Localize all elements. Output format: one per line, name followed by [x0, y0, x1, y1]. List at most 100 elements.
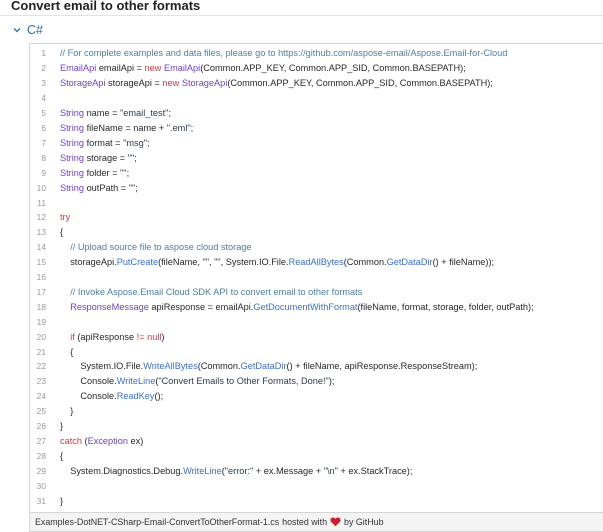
code-line: 26} — [30, 419, 603, 434]
code-token: + ex.StackTrace); — [337, 465, 413, 476]
code-text: System.Diagnostics.Debug.WriteLine("erro… — [60, 466, 412, 476]
code-line: 8 String storage = ""; — [30, 150, 603, 165]
code-token: EmailApi — [60, 63, 97, 74]
footer-filename-link[interactable]: Examples-DotNET-CSharp-Email-ConvertToOt… — [35, 517, 279, 527]
code-token: { — [60, 450, 64, 461]
chevron-down-icon[interactable] — [12, 24, 24, 36]
code-line: 19 — [30, 314, 603, 329]
line-number: 6 — [41, 122, 46, 133]
line-number: 31 — [36, 495, 46, 506]
code-token: String — [60, 137, 85, 148]
code-token: System.IO.File. — [60, 361, 144, 372]
line-number: 1 — [41, 48, 46, 59]
code-line: 5 String name = "email_test"; — [30, 106, 603, 121]
code-token: (Common.APP_KEY, Common.APP_SID, Common.… — [200, 63, 466, 74]
page-title: Convert email to other formats — [11, 0, 201, 13]
code-line: 7 String format = "msg"; — [30, 135, 603, 150]
line-number: 26 — [36, 421, 46, 432]
code-text: Console.ReadKey(); — [60, 391, 163, 401]
code-text: String format = "msg"; — [60, 138, 150, 148]
line-number: 4 — [41, 93, 46, 104]
code-text: catch (Exception ex) — [60, 436, 143, 446]
code-line: 11 — [30, 195, 603, 210]
code-token: storageApi. — [60, 257, 117, 268]
line-number: 8 — [41, 152, 46, 163]
code-token: emailApi = — [96, 63, 145, 74]
code-token: != — [136, 331, 145, 342]
code-token: String — [60, 108, 85, 119]
code-token: "error:" — [224, 465, 254, 476]
line-number: 10 — [36, 182, 46, 193]
code-token: WriteAllBytes — [143, 361, 198, 372]
code-line: 10 String outPath = ""; — [30, 180, 603, 195]
code-token: "email_test" — [120, 108, 169, 119]
gist-footer: Examples-DotNET-CSharp-Email-ConvertToOt… — [29, 512, 603, 532]
code-line: 15 storageApi.PutCreate(fileName, "", ""… — [30, 255, 603, 270]
code-line: 12 try — [30, 210, 603, 225]
code-text: StorageApi storageApi = new StorageApi(C… — [60, 78, 493, 88]
code-token: outPath = — [84, 182, 129, 193]
code-text: { — [60, 451, 63, 461]
code-text: String name = "email_test"; — [60, 108, 171, 118]
code-token: WriteLine — [183, 465, 222, 476]
code-token: Console. — [60, 376, 117, 387]
code-line: 6 String fileName = name + ".eml"; — [30, 121, 603, 136]
code-line: 27 catch (Exception ex) — [30, 434, 603, 449]
line-number: 13 — [36, 227, 46, 238]
code-text: // For complete examples and data files,… — [60, 48, 507, 58]
code-line: 3 StorageApi storageApi = new StorageApi(… — [30, 76, 603, 91]
code-token: ); — [328, 376, 335, 387]
code-token: ; — [134, 152, 137, 163]
code-line: 31} — [30, 493, 603, 508]
line-number: 20 — [36, 331, 46, 342]
code-text: } — [60, 406, 73, 416]
code-token: GetDataDir — [386, 257, 433, 268]
code-token: } — [60, 421, 64, 432]
code-token: () + fileName)); — [432, 257, 495, 268]
code-token: (fileName, format, storage, folder, outP… — [357, 301, 534, 312]
code-line: 28 { — [30, 448, 603, 463]
line-number: 11 — [37, 197, 46, 208]
code-token: ReadAllBytes — [288, 257, 344, 268]
code-line: 18 ResponseMessage apiResponse = emailAp… — [30, 299, 603, 314]
code-text: // Upload source file to aspose cloud st… — [60, 242, 252, 253]
code-token: "\n" — [323, 465, 338, 476]
code-token: ex) — [127, 436, 144, 447]
language-label[interactable]: C# — [27, 23, 43, 37]
line-number: 2 — [41, 63, 46, 74]
line-number: 16 — [36, 272, 46, 283]
footer-github-link[interactable]: by GitHub — [344, 517, 383, 527]
code-text: } — [60, 496, 63, 506]
line-number: 15 — [36, 257, 46, 268]
code-token: } — [60, 406, 74, 417]
code-text: String outPath = ""; — [60, 183, 138, 193]
code-token: , System.IO.File. — [220, 257, 289, 268]
line-number: 7 — [41, 137, 46, 148]
code-token: String — [60, 182, 85, 193]
code-text: { — [60, 227, 63, 237]
code-token: // Upload source file to aspose cloud st… — [70, 242, 252, 253]
code-lines: 1 // For complete examples and data files… — [30, 46, 603, 508]
line-number: 24 — [36, 391, 46, 402]
line-number: 9 — [41, 167, 46, 178]
code-token: (Common.APP_KEY, Common.APP_SID, Common.… — [227, 78, 493, 89]
code-token: String — [60, 122, 85, 133]
code-text: Console.WriteLine("Convert Emails to Oth… — [60, 376, 334, 386]
code-token: // For complete examples and data files,… — [60, 48, 508, 59]
code-token: { — [60, 227, 64, 238]
code-text: if (apiResponse != null) — [60, 332, 164, 342]
line-number: 22 — [36, 361, 46, 372]
line-number: 5 — [41, 108, 46, 119]
code-token: String — [60, 167, 85, 178]
code-token: { — [60, 346, 74, 357]
line-number: 25 — [36, 406, 46, 417]
code-line: 21 { — [30, 344, 603, 359]
language-tab[interactable]: C# — [12, 22, 43, 38]
code-line: 25 } — [30, 404, 603, 419]
line-number: 14 — [36, 242, 46, 253]
code-token: ReadKey — [116, 391, 155, 402]
code-line: 16 — [30, 270, 603, 285]
code-token: storage = — [84, 152, 128, 163]
